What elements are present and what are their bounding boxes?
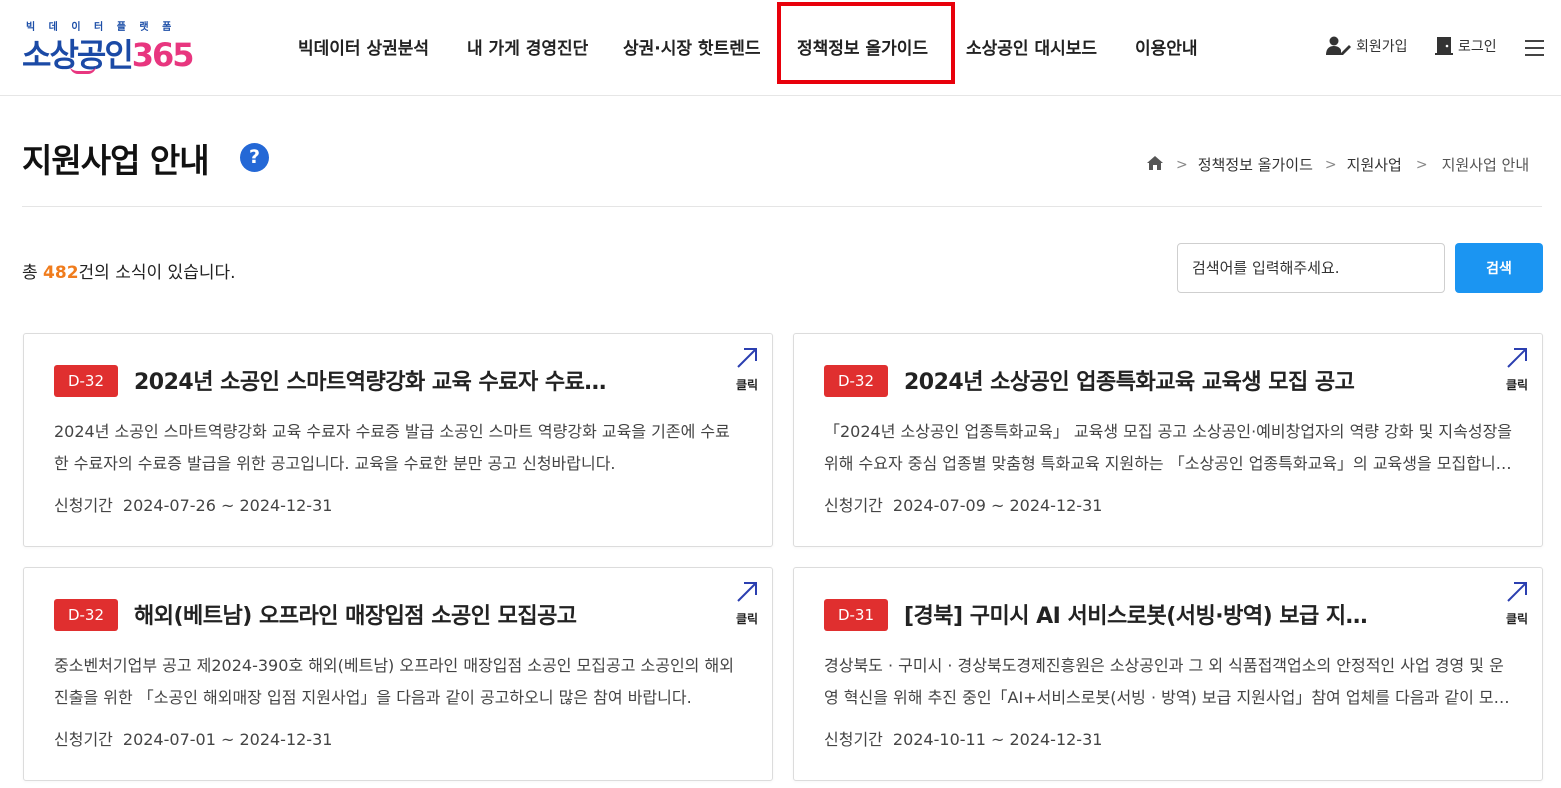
count-number: 482: [43, 263, 79, 283]
support-card[interactable]: D-32 2024년 소상공인 업종특화교육 교육생 모집 공고 클릭 「202…: [793, 333, 1543, 547]
breadcrumb-item-policy-guide[interactable]: 정책정보 올가이드: [1198, 154, 1313, 175]
period-value: 2024-07-26 ~ 2024-12-31: [122, 496, 333, 515]
title-divider: [22, 206, 1542, 207]
help-question-icon[interactable]: ?: [240, 143, 269, 172]
nav-item-store-diagnosis[interactable]: 내 가게 경영진단: [467, 34, 588, 59]
dday-badge: D-31: [824, 599, 888, 631]
external-arrow-icon: [737, 582, 757, 602]
breadcrumb-item-current: 지원사업 안내: [1441, 156, 1530, 174]
card-open-link[interactable]: 클릭: [1502, 346, 1532, 393]
card-description: 2024년 소공인 스마트역량강화 교육 수료자 수료증 발급 소공인 스마트 …: [54, 422, 730, 473]
card-open-link[interactable]: 클릭: [732, 346, 762, 393]
card-period: 신청기간 2024-07-01 ~ 2024-12-31: [54, 726, 332, 750]
result-count: 총 482건의 소식이 있습니다.: [22, 258, 236, 283]
card-period: 신청기간 2024-07-26 ~ 2024-12-31: [54, 492, 332, 516]
card-title: 해외(베트남) 오프라인 매장입점 소공인 모집공고: [134, 604, 577, 629]
card-link-label: 클릭: [735, 612, 759, 626]
card-link-label: 클릭: [735, 378, 759, 392]
user-edit-icon: [1326, 36, 1352, 56]
external-arrow-icon: [737, 348, 757, 368]
external-arrow-icon: [1507, 348, 1527, 368]
card-period: 신청기간 2024-07-09 ~ 2024-12-31: [824, 492, 1102, 516]
chevron-right-icon: >: [1176, 156, 1188, 173]
site-logo[interactable]: 빅 데 이 터 플 랫 폼 소상공인365: [22, 16, 222, 74]
nav-item-dashboard[interactable]: 소상공인 대시보드: [966, 34, 1097, 59]
external-arrow-icon: [1507, 582, 1527, 602]
logo-wordmark: 소상공인365: [22, 30, 195, 76]
card-period: 신청기간 2024-10-11 ~ 2024-12-31: [824, 726, 1102, 750]
period-label: 신청기간: [54, 496, 113, 515]
login-link[interactable]: 로그인: [1434, 36, 1497, 56]
card-open-link[interactable]: 클릭: [1502, 580, 1532, 627]
nav-highlight-box: [777, 2, 955, 84]
signup-label: 회원가입: [1356, 39, 1408, 55]
support-card[interactable]: D-32 2024년 소공인 스마트역량강화 교육 수료자 수료증 발급 클릭 …: [23, 333, 773, 547]
period-value: 2024-07-09 ~ 2024-12-31: [892, 496, 1103, 515]
search-button[interactable]: 검색: [1455, 243, 1543, 293]
nav-item-bigdata-analysis[interactable]: 빅데이터 상권분석: [298, 34, 429, 59]
card-link-label: 클릭: [1505, 612, 1529, 626]
card-link-label: 클릭: [1505, 378, 1529, 392]
door-icon: [1434, 36, 1454, 56]
chevron-right-icon: >: [1415, 156, 1428, 173]
dday-badge: D-32: [54, 599, 118, 631]
count-prefix: 총: [22, 263, 44, 283]
support-card[interactable]: D-32 해외(베트남) 오프라인 매장입점 소공인 모집공고 클릭 중소벤처기…: [23, 567, 773, 781]
card-open-link[interactable]: 클릭: [732, 580, 762, 627]
login-label: 로그인: [1458, 39, 1497, 55]
card-title: [경북] 구미시 AI 서비스로봇(서빙·방역) 보급 지원사업: [904, 604, 1384, 629]
period-value: 2024-10-11 ~ 2024-12-31: [892, 730, 1103, 749]
dday-badge: D-32: [824, 365, 888, 397]
page-title: 지원사업 안내: [22, 141, 210, 180]
hamburger-menu-icon[interactable]: [1525, 40, 1544, 56]
home-icon[interactable]: [1146, 155, 1164, 175]
card-title: 2024년 소상공인 업종특화교육 교육생 모집 공고: [904, 370, 1355, 395]
nav-item-guide[interactable]: 이용안내: [1135, 34, 1198, 59]
search-input[interactable]: [1177, 243, 1445, 293]
card-description: 중소벤처기업부 공고 제2024-390호 해외(베트남) 오프라인 매장입점 …: [54, 656, 734, 707]
chevron-right-icon: >: [1324, 156, 1337, 173]
logo-number: 365: [131, 36, 195, 74]
breadcrumb-item-support[interactable]: 지원사업: [1347, 154, 1402, 175]
signup-link[interactable]: 회원가입: [1326, 36, 1408, 56]
site-header: 빅 데 이 터 플 랫 폼 소상공인365 빅데이터 상권분석 내 가게 경영진…: [0, 0, 1561, 96]
period-value: 2024-07-01 ~ 2024-12-31: [122, 730, 333, 749]
count-suffix: 건의 소식이 있습니다.: [78, 263, 236, 283]
card-title: 2024년 소공인 스마트역량강화 교육 수료자 수료증 발급: [134, 370, 614, 395]
dday-badge: D-32: [54, 365, 118, 397]
nav-item-hot-trend[interactable]: 상권·시장 핫트렌드: [623, 34, 761, 59]
card-description: 경상북도 · 구미시 · 경상북도경제진흥원은 소상공인과 그 외 식품접객업소…: [824, 656, 1509, 707]
card-description: 「2024년 소상공인 업종특화교육」 교육생 모집 공고 소상공인·예비창업자…: [824, 422, 1513, 473]
breadcrumb: > 정책정보 올가이드 > 지원사업 > 지원사업 안내: [1146, 154, 1529, 175]
period-label: 신청기간: [54, 730, 113, 749]
period-label: 신청기간: [824, 730, 883, 749]
logo-smile-mark: [70, 66, 96, 74]
period-label: 신청기간: [824, 496, 883, 515]
support-card[interactable]: D-31 [경북] 구미시 AI 서비스로봇(서빙·방역) 보급 지원사업 클릭…: [793, 567, 1543, 781]
